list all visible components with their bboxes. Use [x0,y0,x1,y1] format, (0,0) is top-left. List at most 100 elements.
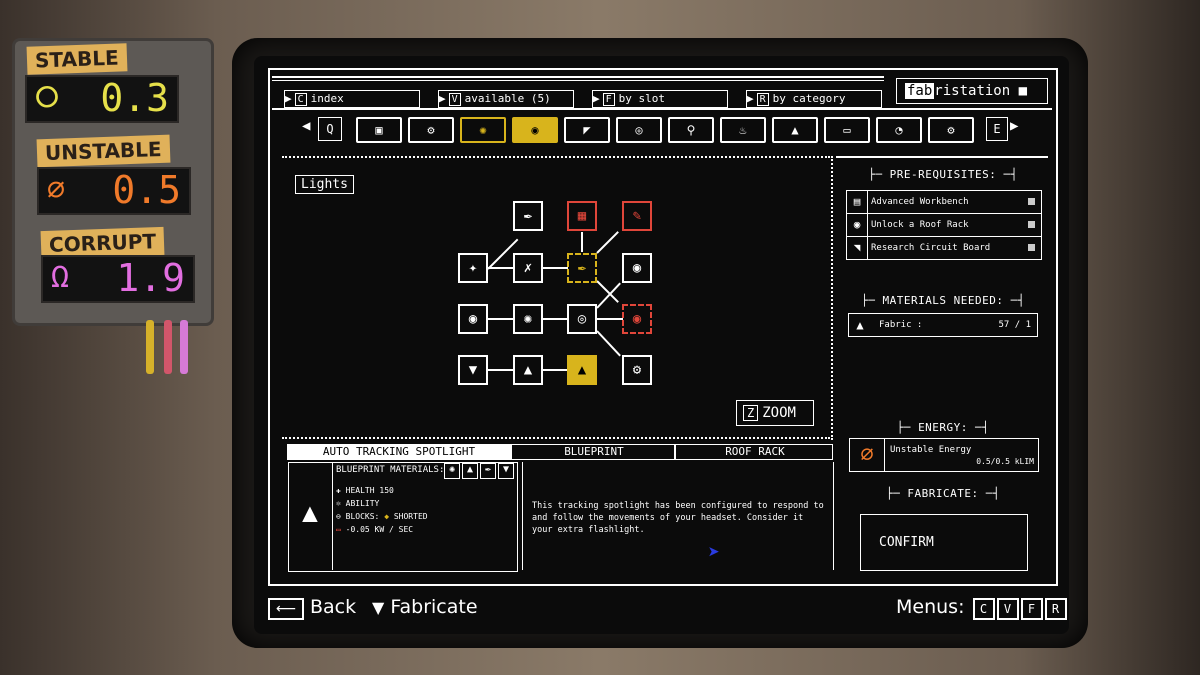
corrupt-display: Ω 1.9 [41,255,195,303]
detail-type: BLUEPRINT [510,445,676,459]
prereq-item: ◥ Research Circuit Board [846,236,1042,260]
link-line [542,369,568,371]
link-line [488,369,514,371]
health-icon: ✚ [336,486,341,495]
tree-bottom-divider [282,437,830,439]
node-rack-light-icon[interactable]: ▼ [458,355,488,385]
stat-power: ▭ -0.05 KW / SEC [336,525,413,534]
menus-shortcuts: Menus: CVFR [896,596,1067,620]
node-tool-icon[interactable]: ✦ [458,253,488,283]
category-vehicle-icon[interactable]: ♨ [720,117,766,143]
brand-rest: ristation [934,83,1011,99]
pink-wire [180,320,188,374]
prereq-header: ├─ PRE-REQUISITES: ─┤ [868,168,1018,181]
fabricate-label: Fabricate [390,596,478,618]
unstable-energy-icon: ∅ [850,439,885,471]
tab-by-category-key: R [756,93,769,106]
confirm-label: CONFIRM [879,535,934,550]
header-divider [272,108,1052,110]
detail-header: AUTO TRACKING SPOTLIGHT BLUEPRINT ROOF R… [287,444,833,460]
category-wheel-icon[interactable]: ◎ [616,117,662,143]
detail-name: AUTO TRACKING SPOTLIGHT [288,445,510,459]
back-action[interactable]: ⟵ Back [268,596,356,620]
category-computer-icon[interactable]: ▣ [356,117,402,143]
eye-icon: ◉ [847,214,868,236]
menu-key-c[interactable]: C [972,598,995,620]
unstable-label: UNSTABLE [36,134,171,168]
material-fabric-icon: ▲ [462,463,478,479]
node-roof-light-icon[interactable]: ▲ [513,355,543,385]
stats-divider [332,462,333,570]
tab-bar-line-2 [272,80,884,81]
prev-category-arrow-icon[interactable]: ◀ [302,118,310,134]
corrupt-value: 1.9 [116,256,185,300]
category-car-icon[interactable]: ⚲ [668,117,714,143]
energy-value: 0.5/0.5 kLIM [976,457,1034,466]
tab-by-slot-key: F [602,93,615,106]
menu-key-v[interactable]: V [996,598,1019,620]
material-icons: ✺ ▲ ✒ ▼ [444,463,516,479]
node-cable-icon[interactable]: ✒ [513,201,543,231]
fabricate-action[interactable]: ▼ Fabricate [372,596,478,618]
fabricate-header-text: FABRICATE: [907,487,979,500]
fabricate-arrow-icon: ▼ [372,598,385,617]
node-light-panel-icon[interactable]: ◉ [458,304,488,334]
category-door-icon[interactable]: ◤ [564,117,610,143]
corrupt-icon: Ω [51,260,70,295]
node-locked-red-icon[interactable]: ▦ [567,201,597,231]
node-flashlight-red-icon[interactable]: ✎ [622,201,652,231]
back-label: Back [310,596,357,618]
zoom-button[interactable]: Z ZOOM [736,400,814,426]
next-category-arrow-icon[interactable]: ▶ [1010,118,1018,134]
category-engine-icon[interactable]: ⚙ [928,117,974,143]
next-category-key[interactable]: E [986,117,1008,141]
sidebar-divider [831,156,833,440]
prev-category-key[interactable]: Q [318,117,342,141]
node-gear-light-icon[interactable]: ⚙ [622,355,652,385]
blocks-icon: ⊖ [336,512,341,521]
material-circuit-icon: ✺ [444,463,460,479]
energy-name: Unstable Energy [890,445,972,455]
confirm-button[interactable]: CONFIRM [860,514,1028,571]
tab-by-category[interactable]: ▶ Rby category [746,90,882,108]
prereq-item: ◉ Unlock a Roof Rack [846,213,1042,237]
energy-row: ∅ Unstable Energy 0.5/0.5 kLIM [849,438,1039,472]
category-gear-icon[interactable]: ⚙ [408,117,454,143]
node-red-light-icon[interactable]: ◉ [622,304,652,334]
brand-title: fab ristation ■ [896,78,1048,104]
category-circuit-icon[interactable]: ✺ [460,117,506,143]
prereq-label: Advanced Workbench [871,197,969,207]
material-cup-icon: ▼ [498,463,514,479]
prereq-label: Research Circuit Board [871,243,991,253]
menu-key-f[interactable]: F [1020,598,1043,620]
tab-index[interactable]: ▶ Cindex [284,90,420,108]
node-headlight-icon[interactable]: ◎ [567,304,597,334]
category-battery-icon[interactable]: ▭ [824,117,870,143]
material-name: Fabric : [879,320,923,330]
ability-icon: ⚛ [336,499,341,508]
node-torch-icon[interactable]: ✒ [567,253,597,283]
node-wrench-icon[interactable]: ✗ [513,253,543,283]
node-lamp-icon[interactable]: ◉ [622,253,652,283]
unstable-value: 0.5 [112,168,181,212]
detail-slot: ROOF RACK [674,445,834,459]
spotlight-preview-icon: ▲ [302,498,318,528]
energy-meter-box: STABLE ⭘ 0.3 UNSTABLE ∅ 0.5 CORRUPT Ω 1.… [12,38,214,326]
prereq-label: Unlock a Roof Rack [871,220,969,230]
tab-available[interactable]: ▶ Vavailable (5) [438,90,574,108]
materials-label: BLUEPRINT MATERIALS: [336,465,445,475]
category-iron-icon[interactable]: ▲ [772,117,818,143]
node-kit-icon[interactable]: ✺ [513,304,543,334]
stable-value: 0.3 [100,76,169,120]
node-spotlight-selected-icon[interactable]: ▲ [567,355,597,385]
prereq-check [1028,221,1035,228]
category-lights-icon[interactable]: ◉ [512,117,558,143]
stat-health: ✚ HEALTH 150 [336,486,394,495]
tab-by-slot[interactable]: ▶ Fby slot [592,90,728,108]
prereq-item: ▤ Advanced Workbench [846,190,1042,214]
category-gauge-icon[interactable]: ◔ [876,117,922,143]
brand-highlight: fab [905,83,935,99]
unstable-icon: ∅ [47,172,66,207]
menu-key-r[interactable]: R [1044,598,1067,620]
stable-display: ⭘ 0.3 [25,75,179,123]
